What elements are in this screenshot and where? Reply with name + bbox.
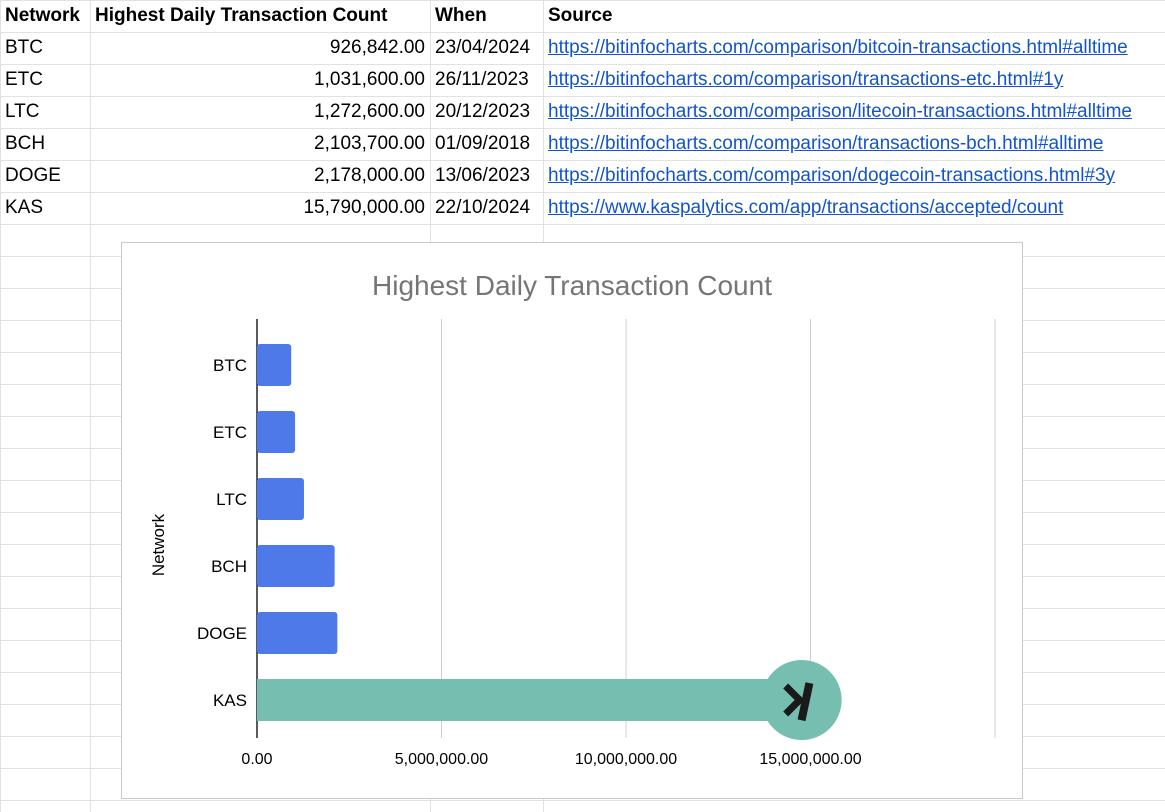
- count-cell[interactable]: 1,031,600.00: [90, 64, 430, 96]
- network-cell[interactable]: BCH: [0, 128, 90, 160]
- data-table: Network Highest Daily Transaction Count …: [0, 0, 1165, 224]
- bar-btc: [257, 344, 292, 386]
- category-label: DOGE: [197, 624, 247, 643]
- category-label: LTC: [216, 490, 247, 509]
- count-cell[interactable]: 1,272,600.00: [90, 96, 430, 128]
- source-link[interactable]: https://bitinfocharts.com/comparison/bit…: [548, 37, 1128, 58]
- x-tick-label: 5,000,000.00: [395, 751, 489, 768]
- header-highest-count[interactable]: Highest Daily Transaction Count: [90, 0, 430, 32]
- network-cell[interactable]: KAS: [0, 192, 90, 224]
- count-cell[interactable]: 926,842.00: [90, 32, 430, 64]
- table-row: DOGE 2,178,000.00 13/06/2023 https://bit…: [0, 160, 1165, 192]
- table-row: BTC 926,842.00 23/04/2024 https://bitinf…: [0, 32, 1165, 64]
- table-row: ETC 1,031,600.00 26/11/2023 https://biti…: [0, 64, 1165, 96]
- count-cell[interactable]: 2,103,700.00: [90, 128, 430, 160]
- source-cell[interactable]: https://bitinfocharts.com/comparison/tra…: [543, 128, 1165, 160]
- source-cell[interactable]: https://bitinfocharts.com/comparison/bit…: [543, 32, 1165, 64]
- chart-title: Highest Daily Transaction Count: [372, 270, 772, 301]
- x-tick-labels: 0.00 5,000,000.00 10,000,000.00 15,000,000.…: [241, 751, 861, 768]
- category-label: KAS: [213, 691, 247, 710]
- date-cell[interactable]: 20/12/2023: [430, 96, 543, 128]
- y-axis-label: Network: [149, 513, 168, 576]
- category-label: BTC: [213, 356, 247, 375]
- network-cell[interactable]: BTC: [0, 32, 90, 64]
- bar-chart: Highest Daily Transaction Count Network …: [149, 270, 996, 768]
- date-cell[interactable]: 26/11/2023: [430, 64, 543, 96]
- x-tick-label: 15,000,000.00: [759, 751, 861, 768]
- source-cell[interactable]: https://www.kaspalytics.com/app/transact…: [543, 192, 1165, 224]
- source-link[interactable]: https://bitinfocharts.com/comparison/tra…: [548, 69, 1063, 90]
- count-cell[interactable]: 2,178,000.00: [90, 160, 430, 192]
- source-link[interactable]: https://bitinfocharts.com/comparison/lit…: [548, 101, 1132, 122]
- table-row: LTC 1,272,600.00 20/12/2023 https://biti…: [0, 96, 1165, 128]
- chart-gridlines: [256, 319, 996, 738]
- date-cell[interactable]: 22/10/2024: [430, 192, 543, 224]
- date-cell[interactable]: 23/04/2024: [430, 32, 543, 64]
- bar-ltc: [257, 478, 304, 520]
- source-cell[interactable]: https://bitinfocharts.com/comparison/lit…: [543, 96, 1165, 128]
- header-network[interactable]: Network: [0, 0, 90, 32]
- source-link[interactable]: https://www.kaspalytics.com/app/transact…: [548, 197, 1063, 218]
- date-cell[interactable]: 13/06/2023: [430, 160, 543, 192]
- source-link[interactable]: https://bitinfocharts.com/comparison/dog…: [548, 165, 1115, 186]
- bar-etc: [257, 411, 296, 453]
- date-cell[interactable]: 01/09/2018: [430, 128, 543, 160]
- source-cell[interactable]: https://bitinfocharts.com/comparison/tra…: [543, 64, 1165, 96]
- count-cell[interactable]: 15,790,000.00: [90, 192, 430, 224]
- category-label: BCH: [211, 557, 247, 576]
- header-source[interactable]: Source: [543, 0, 1165, 32]
- network-cell[interactable]: ETC: [0, 64, 90, 96]
- x-tick-label: 0.00: [241, 751, 272, 768]
- bar-doge: [257, 612, 338, 654]
- bar-kas: [257, 679, 800, 721]
- header-when[interactable]: When: [430, 0, 543, 32]
- header-row: Network Highest Daily Transaction Count …: [0, 0, 1165, 32]
- table-row: BCH 2,103,700.00 01/09/2018 https://biti…: [0, 128, 1165, 160]
- network-cell[interactable]: LTC: [0, 96, 90, 128]
- embedded-chart[interactable]: Highest Daily Transaction Count Network …: [121, 242, 1023, 799]
- source-cell[interactable]: https://bitinfocharts.com/comparison/dog…: [543, 160, 1165, 192]
- network-cell[interactable]: DOGE: [0, 160, 90, 192]
- source-link[interactable]: https://bitinfocharts.com/comparison/tra…: [548, 133, 1103, 154]
- bar-bch: [257, 545, 335, 587]
- x-tick-label: 10,000,000.00: [575, 751, 677, 768]
- table-row: KAS 15,790,000.00 22/10/2024 https://www…: [0, 192, 1165, 224]
- category-label: ETC: [213, 423, 247, 442]
- category-labels: BTC ETC LTC BCH DOGE KAS: [197, 356, 247, 710]
- chart-bars: [257, 344, 842, 740]
